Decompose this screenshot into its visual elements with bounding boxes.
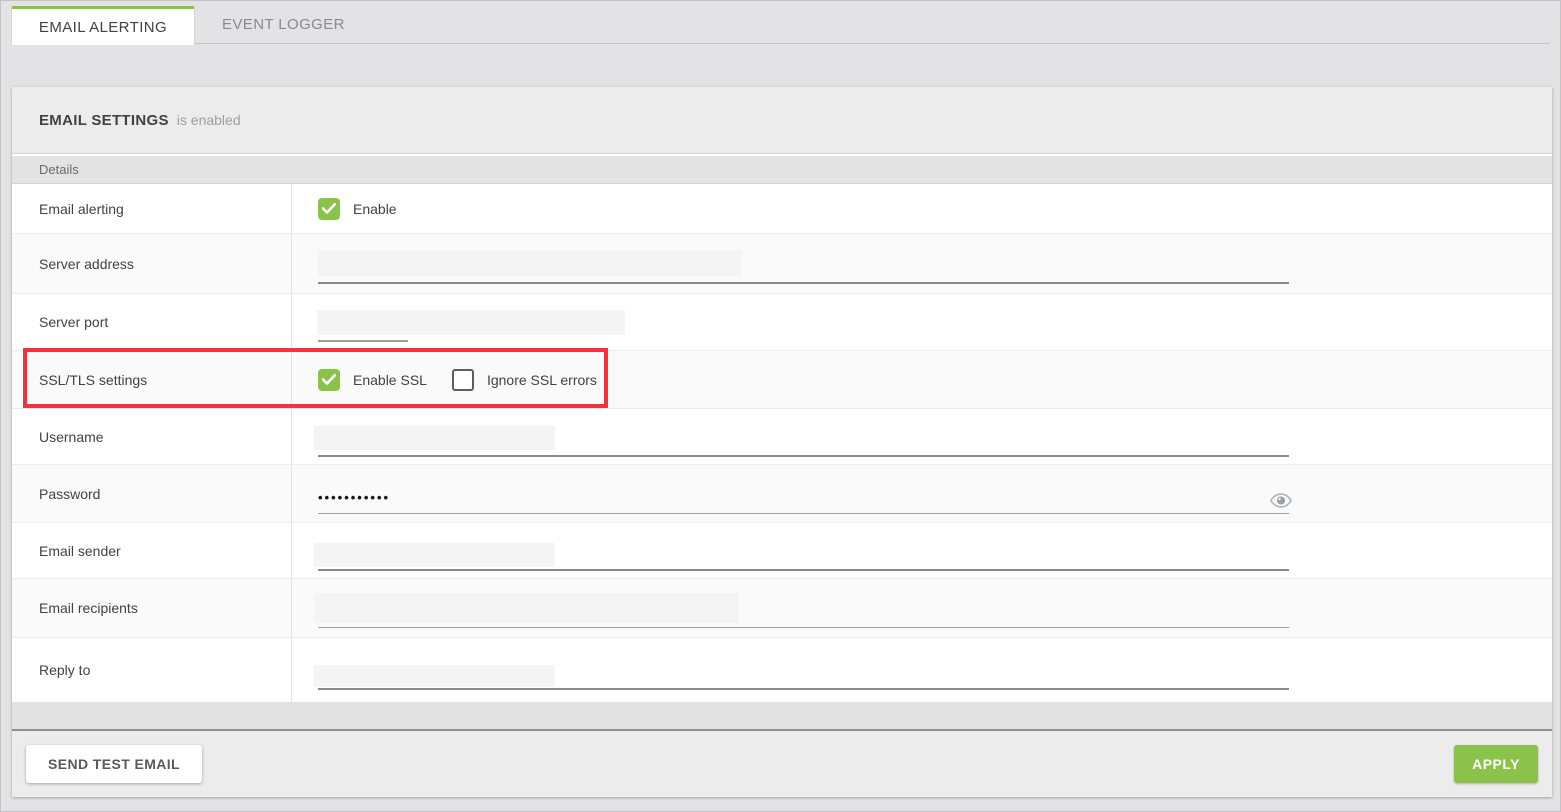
row-server-address: Server address bbox=[12, 234, 1552, 294]
enable-ssl-checkbox-label: Enable SSL bbox=[353, 372, 427, 388]
email-sender-input[interactable] bbox=[318, 531, 1289, 571]
server-port-input[interactable] bbox=[318, 302, 408, 342]
form-bottom-strip bbox=[12, 702, 1552, 731]
row-label: Password bbox=[12, 465, 292, 522]
reply-to-input[interactable] bbox=[318, 650, 1289, 690]
check-icon bbox=[322, 203, 336, 214]
ignore-ssl-errors-checkbox-label: Ignore SSL errors bbox=[487, 372, 597, 388]
password-masked-value: ••••••••••• bbox=[318, 490, 390, 505]
row-label: Email sender bbox=[12, 523, 292, 578]
row-label: Email recipients bbox=[12, 579, 292, 637]
row-email-sender: Email sender bbox=[12, 523, 1552, 579]
row-ssl-tls-settings: SSL/TLS settings Enable SSL Ignore SSL e… bbox=[12, 351, 1552, 409]
email-settings-panel: EMAIL SETTINGS is enabled Details Email … bbox=[12, 87, 1552, 797]
panel-status-text: is enabled bbox=[177, 112, 241, 128]
row-label: Username bbox=[12, 409, 292, 464]
enable-ssl-checkbox[interactable] bbox=[318, 369, 340, 391]
eye-icon[interactable] bbox=[1270, 493, 1292, 508]
row-label: Server port bbox=[12, 294, 292, 350]
redacted-value bbox=[314, 543, 555, 567]
apply-button[interactable]: APPLY bbox=[1454, 745, 1538, 783]
tab-email-alerting[interactable]: EMAIL ALERTING bbox=[12, 6, 194, 45]
redacted-value bbox=[314, 426, 555, 450]
details-section-header: Details bbox=[12, 156, 1552, 184]
row-password: Password ••••••••••• bbox=[12, 465, 1552, 523]
panel-title: EMAIL SETTINGS bbox=[39, 112, 169, 129]
redacted-value bbox=[317, 310, 625, 335]
email-recipients-input[interactable] bbox=[318, 588, 1289, 628]
send-test-email-button[interactable]: SEND TEST EMAIL bbox=[26, 745, 202, 783]
settings-form: Email alerting Enable Server address bbox=[12, 184, 1552, 702]
server-address-input[interactable] bbox=[318, 244, 1289, 284]
ignore-ssl-errors-checkbox[interactable] bbox=[452, 369, 474, 391]
password-input[interactable]: ••••••••••• bbox=[318, 474, 1289, 514]
settings-screen: EMAIL ALERTING EVENT LOGGER EMAIL SETTIN… bbox=[0, 0, 1561, 812]
row-server-port: Server port bbox=[12, 294, 1552, 351]
row-label: Email alerting bbox=[12, 184, 292, 233]
row-reply-to: Reply to bbox=[12, 638, 1552, 702]
row-email-recipients: Email recipients bbox=[12, 579, 1552, 638]
redacted-value bbox=[314, 665, 555, 687]
tab-bar: EMAIL ALERTING EVENT LOGGER bbox=[12, 6, 1550, 44]
enable-checkbox[interactable] bbox=[318, 198, 340, 220]
details-label: Details bbox=[39, 162, 79, 177]
action-bar: SEND TEST EMAIL APPLY bbox=[12, 731, 1552, 797]
row-label: Reply to bbox=[12, 638, 292, 702]
tab-event-logger[interactable]: EVENT LOGGER bbox=[194, 6, 373, 43]
redacted-value bbox=[318, 250, 742, 276]
row-username: Username bbox=[12, 409, 1552, 465]
check-icon bbox=[322, 374, 336, 385]
username-input[interactable] bbox=[318, 417, 1289, 457]
row-label: SSL/TLS settings bbox=[12, 351, 292, 408]
row-email-alerting: Email alerting Enable bbox=[12, 184, 1552, 234]
panel-header: EMAIL SETTINGS is enabled bbox=[12, 87, 1552, 154]
row-label: Server address bbox=[12, 234, 292, 293]
enable-checkbox-label: Enable bbox=[353, 201, 397, 217]
redacted-value bbox=[314, 593, 739, 623]
